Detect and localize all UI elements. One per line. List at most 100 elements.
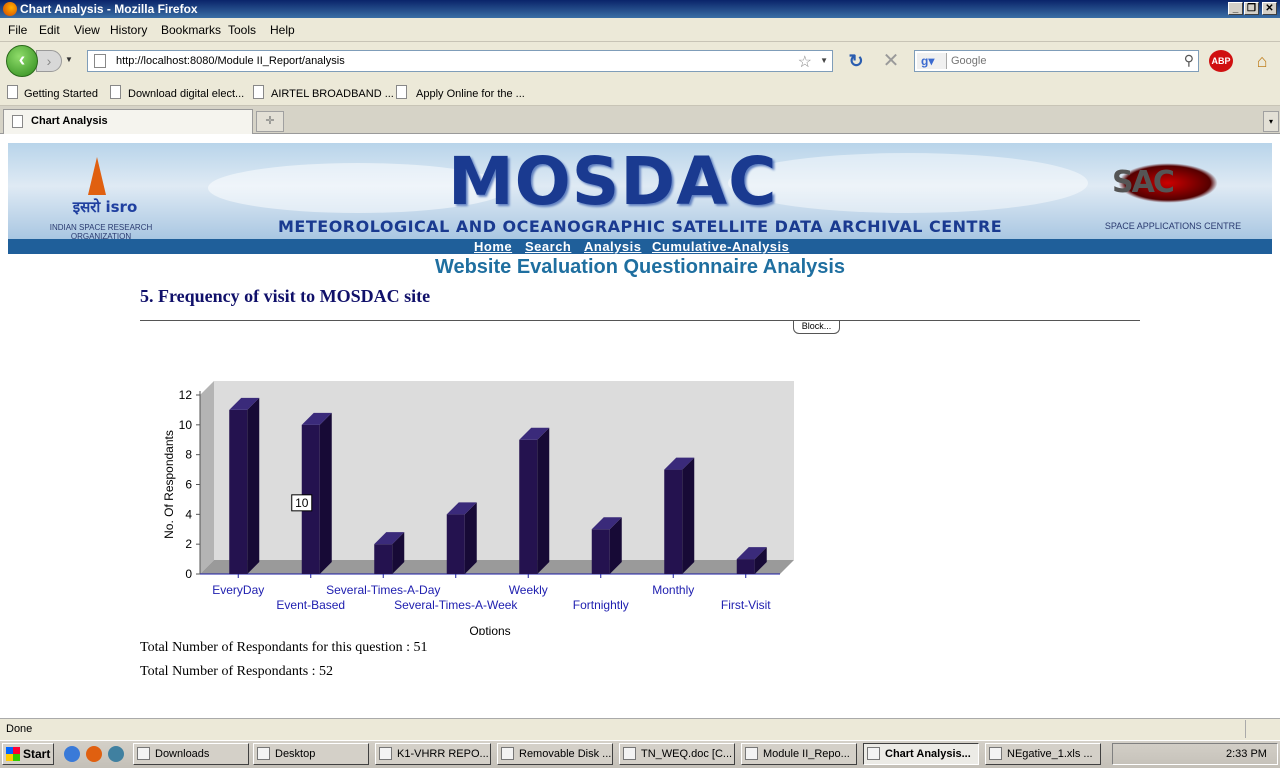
x-category-label: Several-Times-A-Week <box>394 598 518 612</box>
y-axis-title: No. Of Respondants <box>162 430 176 539</box>
task-app-icon <box>137 747 150 760</box>
taskbar-task-button[interactable]: Module II_Repo... <box>741 743 857 765</box>
maximize-button[interactable]: ❐ <box>1244 2 1259 15</box>
tab-page-icon <box>12 115 23 128</box>
search-icon[interactable]: ⚲ <box>1184 52 1194 69</box>
reload-button[interactable]: ↻ <box>845 50 867 72</box>
bar-front <box>374 544 393 574</box>
taskbar-task-button[interactable]: Desktop <box>253 743 369 765</box>
search-box[interactable]: g▾ ⚲ <box>914 50 1199 72</box>
menu-history[interactable]: History <box>110 22 147 38</box>
tooltip-value: 10 <box>295 496 309 510</box>
status-addon-icon[interactable] <box>1245 720 1267 738</box>
search-engine-icon[interactable]: g▾ <box>917 53 947 69</box>
back-button[interactable]: ‹ <box>6 45 38 77</box>
banner-title: MOSDAC <box>448 143 778 220</box>
x-category-label: Weekly <box>509 583 548 597</box>
search-input[interactable] <box>951 53 1176 69</box>
nav-analysis-link[interactable]: Analysis <box>584 239 641 254</box>
home-icon[interactable]: ⌂ <box>1252 51 1272 71</box>
nav-cumulative-analysis-link[interactable]: Cumulative-Analysis <box>652 239 789 254</box>
bar-front <box>736 559 755 574</box>
url-bar[interactable]: http://localhost:8080/Module II_Report/a… <box>87 50 833 72</box>
window-title-bar[interactable]: Chart Analysis - Mozilla Firefox _ ❐ ✕ <box>0 0 1280 18</box>
task-label: Module II_Repo... <box>763 748 850 760</box>
ie-quicklaunch-icon[interactable] <box>64 746 80 762</box>
menu-view[interactable]: View <box>74 22 100 38</box>
sac-logo: SAC SPACE APPLICATIONS CENTRE <box>1098 155 1248 235</box>
bookmark-getting-started[interactable]: Getting Started <box>24 87 98 101</box>
media-player-quicklaunch-icon[interactable] <box>108 746 124 762</box>
bar-side <box>537 427 550 574</box>
task-label: Removable Disk ... <box>519 748 612 760</box>
total-respondents-overall: Total Number of Respondants : 52 <box>140 664 334 679</box>
menu-tools[interactable]: Tools <box>228 22 256 38</box>
bar-chart: 024681012EveryDayEvent-BasedSeveral-Time… <box>162 381 794 635</box>
nav-home-link[interactable]: Home <box>474 239 512 254</box>
nav-search-link[interactable]: Search <box>525 239 571 254</box>
minimize-button[interactable]: _ <box>1228 2 1243 15</box>
taskbar-task-button[interactable]: Downloads <box>133 743 249 765</box>
url-dropdown-icon[interactable]: ▼ <box>820 56 828 65</box>
banner-cloud <box>728 153 1088 213</box>
task-app-icon <box>379 747 392 760</box>
menu-file[interactable]: File <box>8 22 27 38</box>
bar-front <box>519 439 538 574</box>
bookmark-page-icon <box>253 85 264 99</box>
windows-logo-icon <box>6 747 20 761</box>
x-category-label: Monthly <box>652 583 694 597</box>
bookmark-page-icon <box>396 85 407 99</box>
firefox-quicklaunch-icon[interactable] <box>86 746 102 762</box>
isro-caption: INDIAN SPACE RESEARCH ORGANIZATION <box>49 223 153 239</box>
bookmark-apply-online[interactable]: Apply Online for the ... <box>416 87 525 101</box>
tab-label: Chart Analysis <box>31 115 108 127</box>
bookmark-download-digital[interactable]: Download digital elect... <box>128 87 244 101</box>
tab-chart-analysis[interactable]: Chart Analysis <box>3 109 253 134</box>
status-text: Done <box>6 723 33 735</box>
taskbar-task-button[interactable]: K1-VHRR REPO... <box>375 743 491 765</box>
task-app-icon <box>623 747 636 760</box>
block-button[interactable]: Block... <box>793 321 840 334</box>
forward-button[interactable]: › <box>36 50 62 72</box>
bookmark-star-icon[interactable]: ☆ <box>798 52 812 72</box>
url-text[interactable]: http://localhost:8080/Module II_Report/a… <box>116 55 345 67</box>
start-label: Start <box>23 747 51 761</box>
bar-side <box>464 502 477 574</box>
task-label: Desktop <box>275 748 316 760</box>
task-label: NEgative_1.xls ... <box>1007 748 1093 760</box>
chart-side-wall <box>200 381 214 574</box>
stop-button[interactable]: ✕ <box>880 50 902 72</box>
new-tab-button[interactable]: ✛ <box>256 111 284 132</box>
bookmark-airtel-broadband[interactable]: AIRTEL BROADBAND ... <box>271 87 394 101</box>
bar-side <box>682 457 695 574</box>
task-label: K1-VHRR REPO... <box>397 748 489 760</box>
close-button[interactable]: ✕ <box>1262 2 1277 15</box>
menu-help[interactable]: Help <box>270 22 295 38</box>
mosdac-banner: इसरो isro INDIAN SPACE RESEARCH ORGANIZA… <box>8 143 1272 239</box>
start-button[interactable]: Start <box>2 743 54 765</box>
bookmark-page-icon <box>7 85 18 99</box>
y-tick-label: 0 <box>185 567 192 581</box>
x-category-label: Fortnightly <box>573 598 629 612</box>
isro-rocket-icon <box>88 157 106 195</box>
banner-subtitle: METEOROLOGICAL AND OCEANOGRAPHIC SATELLI… <box>278 217 1003 236</box>
isro-logo: इसरो isro INDIAN SPACE RESEARCH ORGANIZA… <box>36 153 166 239</box>
x-axis-title: Options <box>469 624 510 635</box>
bookmark-page-icon <box>110 85 121 99</box>
tab-list-dropdown[interactable]: ▾ <box>1263 111 1279 132</box>
taskbar-task-button[interactable]: TN_WEQ.doc [C... <box>619 743 735 765</box>
bar-front <box>591 529 610 574</box>
window-title: Chart Analysis - Mozilla Firefox <box>20 2 198 16</box>
x-category-label: Event-Based <box>276 598 345 612</box>
page-icon <box>94 54 106 68</box>
taskbar-task-button[interactable]: Chart Analysis... <box>863 743 979 765</box>
taskbar-task-button[interactable]: NEgative_1.xls ... <box>985 743 1101 765</box>
menu-edit[interactable]: Edit <box>39 22 60 38</box>
menu-bookmarks[interactable]: Bookmarks <box>161 22 221 38</box>
page-heading: Website Evaluation Questionnaire Analysi… <box>434 256 846 278</box>
taskbar-task-button[interactable]: Removable Disk ... <box>497 743 613 765</box>
adblock-button[interactable]: ABP <box>1209 50 1233 72</box>
history-dropdown-icon[interactable]: ▼ <box>65 55 75 65</box>
task-app-icon <box>745 747 758 760</box>
task-app-icon <box>501 747 514 760</box>
